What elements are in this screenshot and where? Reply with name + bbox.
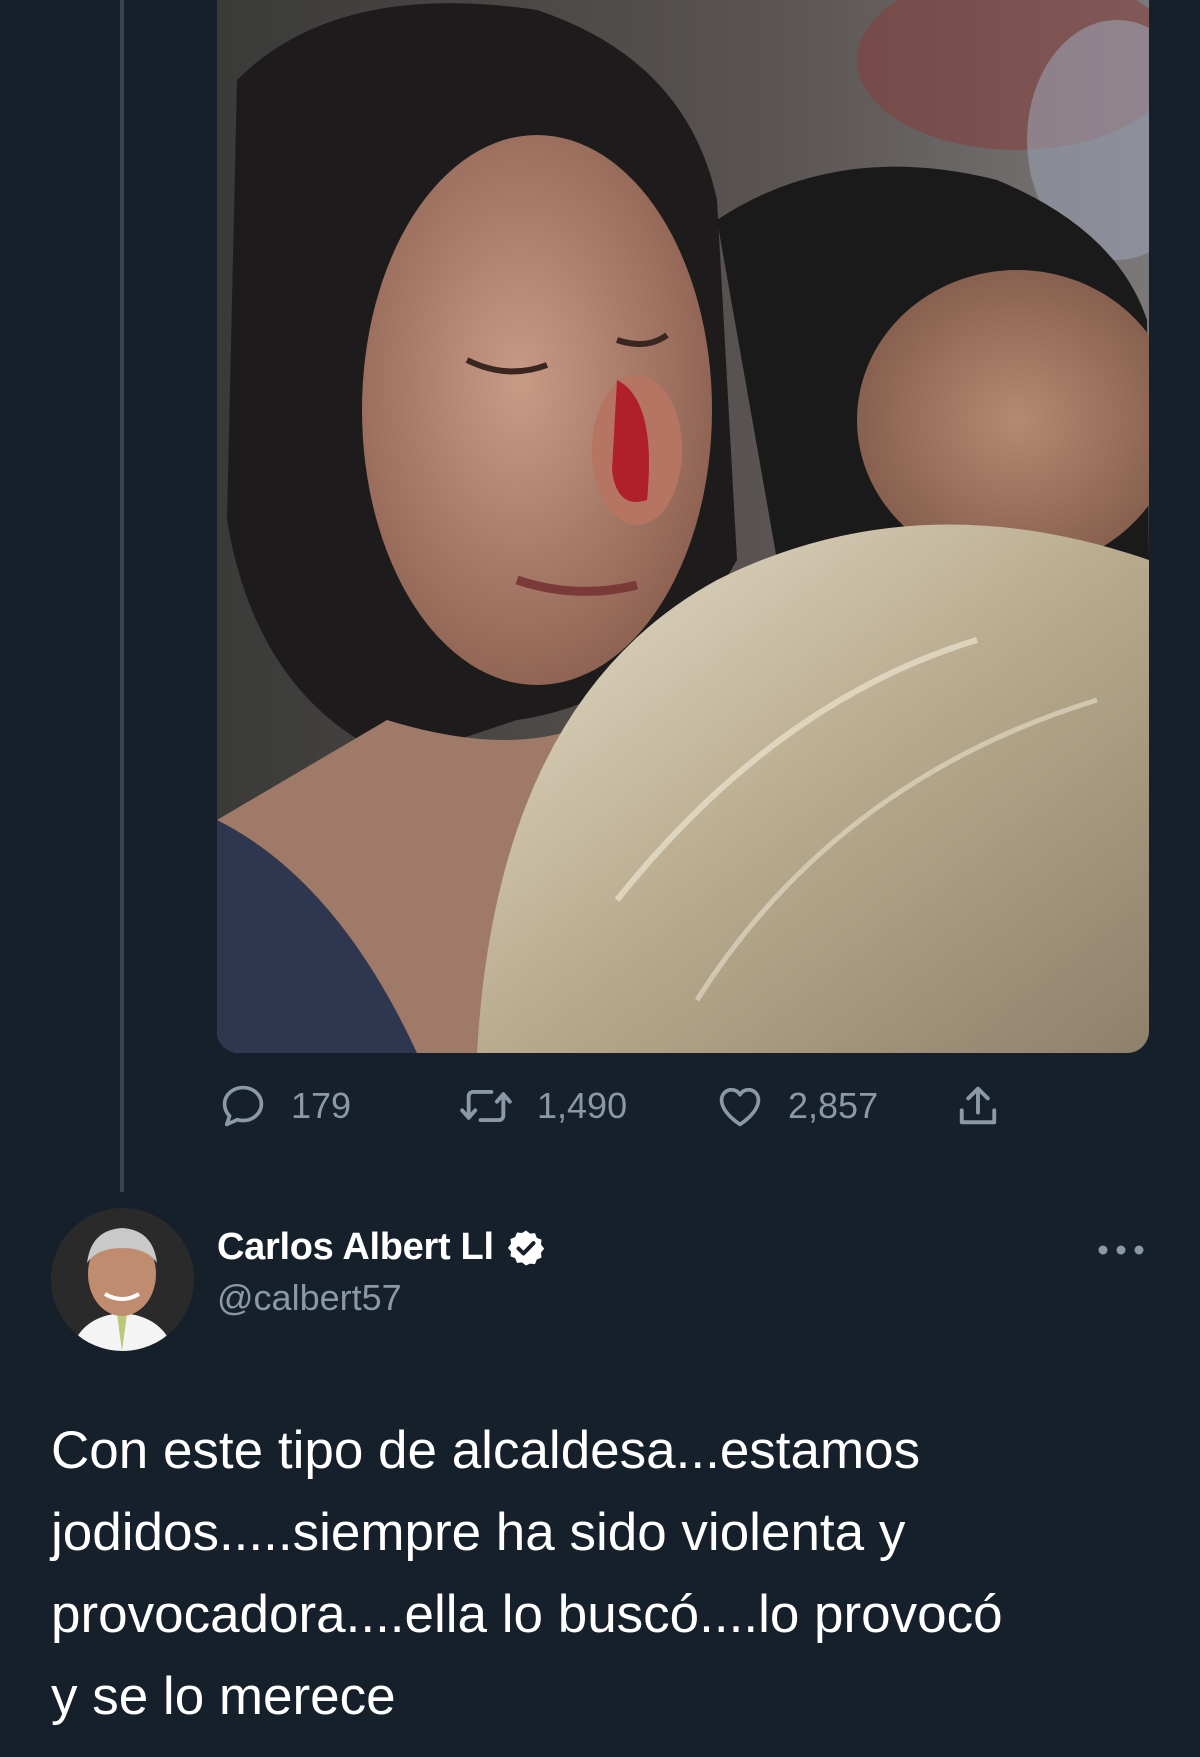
tweet-author: Carlos Albert Ll @calbert57 [217, 1226, 546, 1319]
thread-connector-line [120, 0, 124, 1192]
retweet-button[interactable]: 1,490 [457, 1080, 714, 1132]
reply-button[interactable]: 179 [217, 1080, 457, 1132]
author-avatar[interactable] [51, 1208, 194, 1351]
retweet-count: 1,490 [537, 1085, 628, 1126]
like-button[interactable]: 2,857 [714, 1080, 952, 1132]
share-icon [959, 1086, 997, 1125]
photo-image [217, 0, 1149, 1053]
share-button[interactable] [952, 1080, 1004, 1132]
retweet-icon [460, 1089, 512, 1123]
quoted-tweet-actions: 179 1,490 2,857 [217, 1078, 1004, 1134]
reply-icon [222, 1085, 264, 1127]
tweet-text: Con este tipo de alcaldesa...estamos jod… [51, 1421, 1003, 1726]
like-count: 2,857 [788, 1085, 879, 1126]
reply-count: 179 [291, 1085, 352, 1126]
verified-badge-icon [507, 1230, 544, 1265]
author-name-row: Carlos Albert Ll [217, 1226, 546, 1269]
more-options-icon[interactable] [1096, 1238, 1146, 1262]
author-display-name[interactable]: Carlos Albert Ll [217, 1226, 494, 1269]
heart-icon [719, 1087, 761, 1127]
author-handle[interactable]: @calbert57 [217, 1277, 546, 1319]
avatar-image [51, 1208, 194, 1351]
tweet-photo[interactable] [217, 0, 1149, 1053]
